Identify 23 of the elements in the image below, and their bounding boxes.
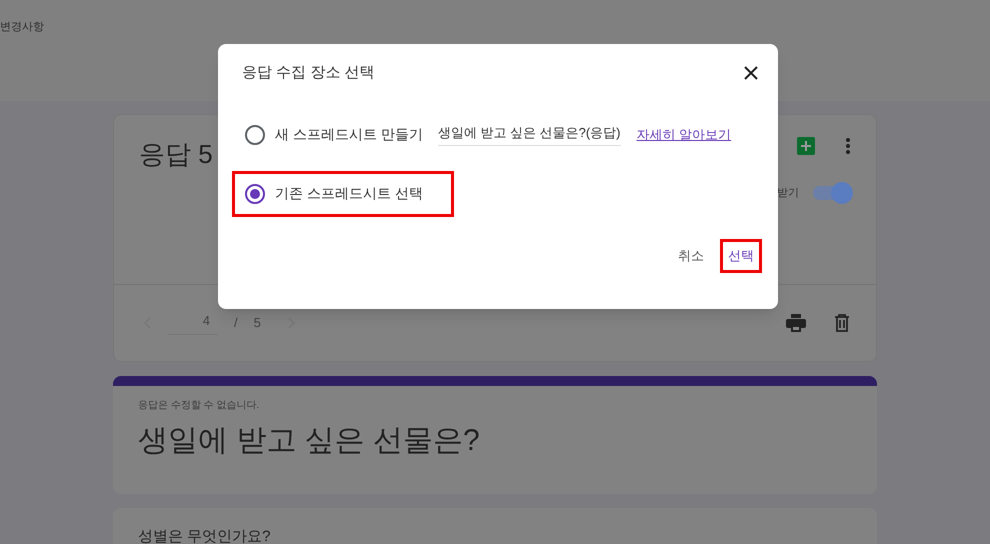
print-icon[interactable] <box>786 314 806 332</box>
delete-icon[interactable] <box>834 314 850 332</box>
form-title: 생일에 받고 싶은 선물은? <box>138 423 481 459</box>
radio-button[interactable] <box>245 184 265 204</box>
option-label: 기존 스프레드시트 선택 <box>275 184 423 203</box>
page-total: 5 <box>254 314 261 332</box>
close-icon[interactable] <box>744 66 758 80</box>
highlighted-option[interactable]: 기존 스프레드시트 선택 <box>232 170 454 216</box>
question-title: 성별은 무엇인가요? <box>138 528 271 544</box>
dialog-title: 응답 수집 장소 선택 <box>242 63 375 83</box>
confirm-button[interactable]: 선택 <box>720 238 762 272</box>
radio-button[interactable] <box>245 124 265 144</box>
more-icon[interactable] <box>845 137 851 155</box>
option-label: 새 스프레드시트 만들기 <box>275 125 423 144</box>
page-separator: / <box>234 314 238 332</box>
changes-label: 변경사항 <box>0 21 44 33</box>
spreadsheet-icon[interactable] <box>797 137 815 155</box>
toggle-label: 받기 <box>777 186 799 201</box>
cancel-button[interactable]: 취소 <box>676 246 706 266</box>
summary-title: 응답 5 <box>139 138 213 171</box>
form-note: 응답은 수정할 수 없습니다. <box>138 399 260 413</box>
learn-more-link[interactable]: 자세히 알아보기 <box>636 124 732 144</box>
spreadsheet-name-field[interactable]: 생일에 받고 싶은 선물은?(응답) <box>438 122 621 146</box>
